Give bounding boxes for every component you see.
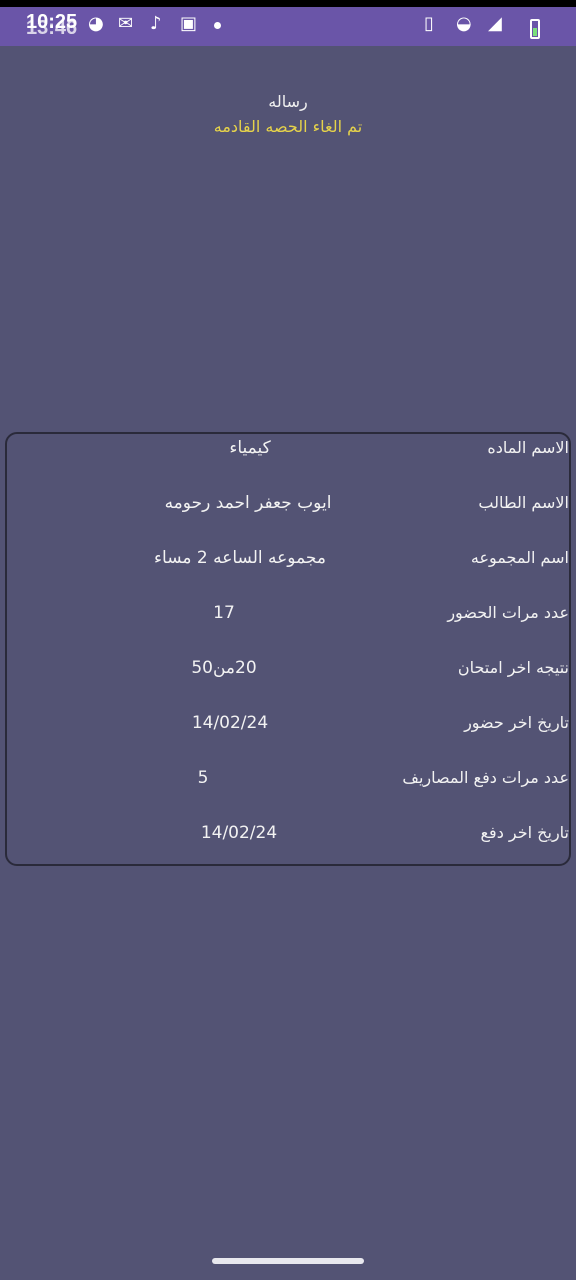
row-student-name: الاسم الطالب ايوب جعفر احمد رحومه <box>7 489 569 519</box>
student-info-card: الاسم الماده كيمياء الاسم الطالب ايوب جع… <box>5 432 571 866</box>
group-label: اسم المجموعه <box>470 548 569 567</box>
battery-icon <box>530 19 540 39</box>
row-last-attendance: تاريخ اخر حضور 14/02/24 <box>7 709 569 739</box>
signal-icon: ◢ <box>488 13 502 34</box>
last-payment-value: 14/02/24 <box>200 823 278 843</box>
row-last-exam: نتيجه اخر امتحان 20من50 <box>7 654 569 684</box>
last-payment-label: تاريخ اخر دفع <box>480 823 569 842</box>
last-attendance-label: تاريخ اخر حضور <box>464 713 569 732</box>
linkedin-icon: ▣ <box>180 13 198 34</box>
vibrate-icon: ▯ <box>424 13 434 34</box>
row-subject: الاسم الماده كيمياء <box>7 434 569 464</box>
student-name-value: ايوب جعفر احمد رحومه <box>164 493 332 513</box>
attendance-count-label: عدد مرات الحضور <box>447 603 569 622</box>
row-last-payment: تاريخ اخر دفع 14/02/24 <box>7 819 569 849</box>
status-time-overlay: 13:46 <box>26 17 78 39</box>
wifi-icon: ◒ <box>456 13 472 34</box>
messenger-icon: ◕ <box>88 13 104 34</box>
row-group: اسم المجموعه مجموعه الساعه 2 مساء <box>7 544 569 574</box>
notification-dot-icon <box>214 22 221 29</box>
row-attendance-count: عدد مرات الحضور 17 <box>7 599 569 629</box>
row-payment-count: عدد مرات دفع المصاريف 5 <box>7 764 569 794</box>
last-attendance-value: 14/02/24 <box>191 713 269 733</box>
tiktok-icon: ♪ <box>150 13 162 34</box>
student-name-label: الاسم الطالب <box>478 493 569 512</box>
message-section: رساله تم الغاء الحصه القادمه <box>0 90 576 140</box>
payment-count-value: 5 <box>197 768 209 788</box>
message-title: رساله <box>268 92 308 111</box>
subject-label: الاسم الماده <box>487 438 569 457</box>
group-value: مجموعه الساعه 2 مساء <box>154 548 326 568</box>
last-exam-value: 20من50 <box>191 658 257 678</box>
payment-count-label: عدد مرات دفع المصاريف <box>402 768 569 787</box>
subject-value: كيمياء <box>229 438 271 458</box>
attendance-count-value: 17 <box>213 603 235 623</box>
home-indicator[interactable] <box>212 1258 364 1264</box>
status-bar: 10:25 13:46 ◕ ✉ ♪ ▣ ▯ ◒ ◢ <box>0 0 576 46</box>
last-exam-label: نتيجه اخر امتحان <box>457 658 569 677</box>
gmail-icon: ✉ <box>118 13 134 34</box>
message-body: تم الغاء الحصه القادمه <box>213 117 363 136</box>
